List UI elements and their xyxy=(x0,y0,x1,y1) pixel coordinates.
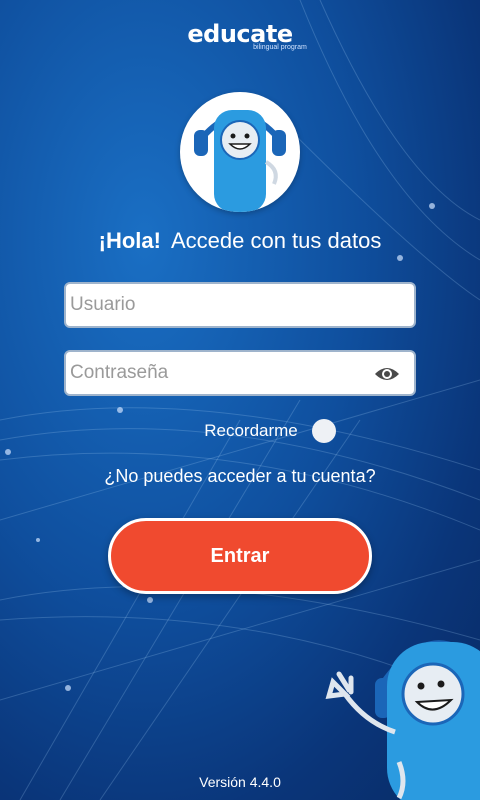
robot-mascot-icon xyxy=(194,110,286,212)
logo-subtitle: bilingual program xyxy=(253,44,307,51)
password-input[interactable] xyxy=(66,352,414,394)
remember-me-toggle[interactable] xyxy=(311,419,336,443)
greeting-heading: ¡Hola! Accede con tus datos xyxy=(0,228,480,254)
username-input[interactable] xyxy=(66,284,414,326)
remember-me-label: Recordarme xyxy=(204,421,298,440)
remember-me-row: Recordarme xyxy=(30,419,480,443)
mascot-avatar xyxy=(180,92,300,212)
forgot-access-link[interactable]: ¿No puedes acceder a tu cuenta? xyxy=(0,466,480,487)
greeting-hola: ¡Hola! xyxy=(98,228,161,253)
logo-wordmark: educate xyxy=(187,20,293,48)
password-field[interactable] xyxy=(64,350,416,396)
educate-logo: educate bilingual program xyxy=(0,22,480,51)
eye-icon[interactable] xyxy=(374,364,400,384)
submit-button[interactable]: Entrar xyxy=(108,518,372,594)
app-version: Versión 4.4.0 xyxy=(199,774,281,790)
username-field[interactable] xyxy=(64,282,416,328)
greeting-text: Accede con tus datos xyxy=(170,228,382,253)
